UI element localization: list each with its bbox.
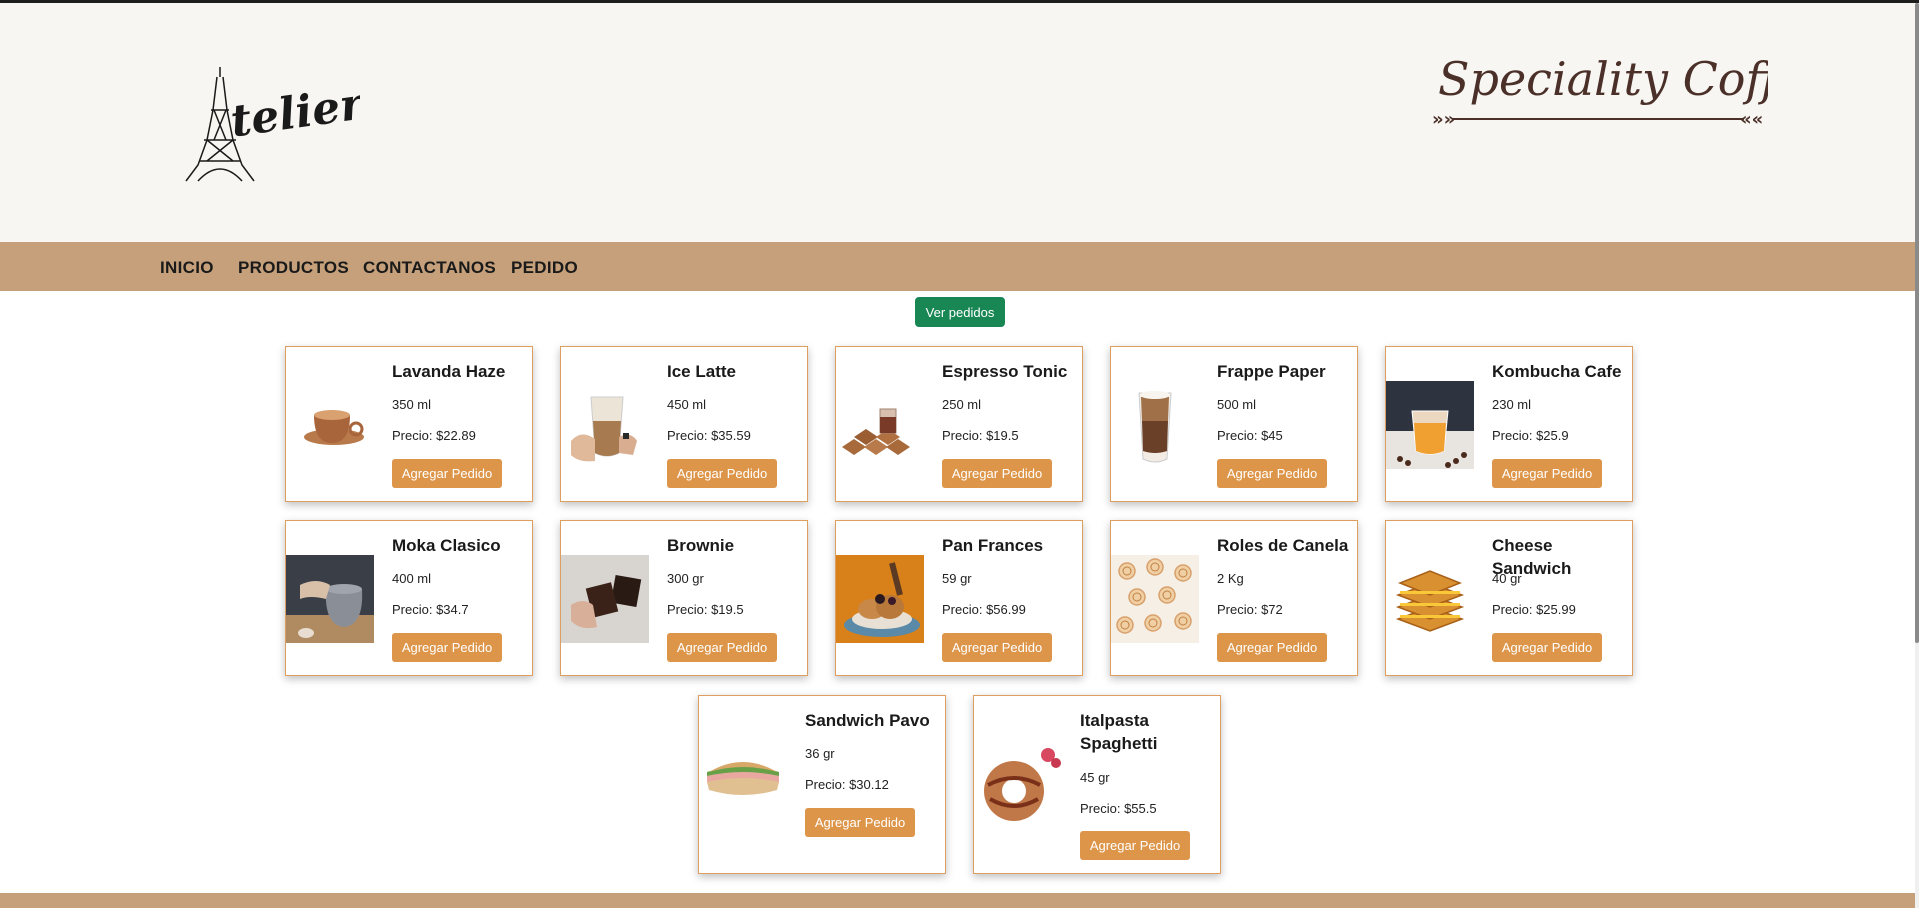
product-price: Precio: $35.59 xyxy=(667,428,751,443)
frappe-paper-image xyxy=(1111,381,1199,469)
product-price: Precio: $19.5 xyxy=(942,428,1019,443)
add-to-order-button[interactable]: Agregar Pedido xyxy=(1080,831,1190,860)
scrollbar-thumb[interactable] xyxy=(1915,3,1919,643)
product-quantity: 230 ml xyxy=(1492,397,1532,412)
ice-latte-image xyxy=(561,381,649,469)
product-card-frappe-paper: Frappe Paper 500 ml Precio: $45 Agregar … xyxy=(1110,346,1358,502)
add-to-order-button[interactable]: Agregar Pedido xyxy=(392,459,502,488)
product-quantity: 400 ml xyxy=(392,571,432,586)
product-price: Precio: $34.7 xyxy=(392,602,469,617)
product-quantity: 250 ml xyxy=(942,397,982,412)
speciality-coffee-logo: Speciality Coffee »» «« xyxy=(1428,43,1833,135)
add-to-order-button[interactable]: Agregar Pedido xyxy=(1217,459,1327,488)
add-to-order-button[interactable]: Agregar Pedido xyxy=(1217,633,1327,662)
pan-frances-image xyxy=(836,555,924,643)
add-to-order-button[interactable]: Agregar Pedido xyxy=(942,459,1052,488)
product-name: Brownie xyxy=(667,536,735,555)
product-card-brownie: Brownie 300 gr Precio: $19.5 Agregar Ped… xyxy=(560,520,808,676)
view-orders-button[interactable]: Ver pedidos xyxy=(915,297,1005,327)
product-card-moka-clasico: Moka Clasico 400 ml Precio: $34.7 Agrega… xyxy=(285,520,533,676)
add-to-order-button[interactable]: Agregar Pedido xyxy=(942,633,1052,662)
product-name: Italpasta Spaghetti xyxy=(1080,711,1158,753)
product-quantity: 59 gr xyxy=(942,571,972,586)
product-price: Precio: $22.89 xyxy=(392,428,476,443)
italpasta-spaghetti-image xyxy=(974,741,1062,829)
add-to-order-button[interactable]: Agregar Pedido xyxy=(667,633,777,662)
svg-text:»»: »» xyxy=(1432,109,1455,130)
product-name: Espresso Tonic xyxy=(942,362,1068,381)
product-card-italpasta-spaghetti: Italpasta Spaghetti 45 gr Precio: $55.5 … xyxy=(973,695,1221,874)
product-name: Roles de Canela xyxy=(1217,536,1349,555)
product-quantity: 36 gr xyxy=(805,746,835,761)
product-price: Precio: $25.9 xyxy=(1492,428,1569,443)
moka-clasico-image xyxy=(286,555,374,643)
espresso-tonic-image xyxy=(836,381,924,469)
nav-inicio[interactable]: INICIO xyxy=(160,258,214,278)
product-name: Pan Frances xyxy=(942,536,1044,555)
roles-de-canela-image xyxy=(1111,555,1199,643)
nav-pedido[interactable]: PEDIDO xyxy=(511,258,578,278)
product-quantity: 500 ml xyxy=(1217,397,1257,412)
sandwich-pavo-image xyxy=(699,730,787,818)
product-price: Precio: $30.12 xyxy=(805,777,889,792)
cheese-sandwich-image xyxy=(1386,555,1474,643)
product-price: Precio: $56.99 xyxy=(942,602,1026,617)
main-navbar: INICIO PRODUCTOS CONTACTANOS PEDIDO xyxy=(0,242,1915,291)
product-name: Sandwich Pavo xyxy=(805,711,930,730)
product-price: Precio: $19.5 xyxy=(667,602,744,617)
product-card-cheese-sandwich: Cheese Sandwich 40 gr Precio: $25.99 Agr… xyxy=(1385,520,1633,676)
brownie-image xyxy=(561,555,649,643)
product-price: Precio: $55.5 xyxy=(1080,801,1157,816)
site-footer xyxy=(0,893,1915,908)
product-card-ice-latte: Ice Latte 450 ml Precio: $35.59 Agregar … xyxy=(560,346,808,502)
nav-productos[interactable]: PRODUCTOS xyxy=(238,258,349,278)
product-quantity: 300 gr xyxy=(667,571,704,586)
add-to-order-button[interactable]: Agregar Pedido xyxy=(805,808,915,837)
svg-text:telier: telier xyxy=(228,78,360,147)
product-card-espresso-tonic: Espresso Tonic 250 ml Precio: $19.5 Agre… xyxy=(835,346,1083,502)
lavanda-haze-image xyxy=(286,381,374,469)
product-quantity: 45 gr xyxy=(1080,770,1110,785)
add-to-order-button[interactable]: Agregar Pedido xyxy=(1492,633,1602,662)
atelier-logo[interactable]: telier xyxy=(180,65,360,183)
product-card-kombucha-cafe: Kombucha Cafe 230 ml Precio: $25.9 Agreg… xyxy=(1385,346,1633,502)
product-quantity: 2 Kg xyxy=(1217,571,1244,586)
add-to-order-button[interactable]: Agregar Pedido xyxy=(392,633,502,662)
product-price: Precio: $72 xyxy=(1217,602,1283,617)
add-to-order-button[interactable]: Agregar Pedido xyxy=(1492,459,1602,488)
kombucha-cafe-image xyxy=(1386,381,1474,469)
product-quantity: 350 ml xyxy=(392,397,432,412)
product-quantity: 40 gr xyxy=(1492,571,1522,586)
product-card-roles-de-canela: Roles de Canela 2 Kg Precio: $72 Agregar… xyxy=(1110,520,1358,676)
product-name: Kombucha Cafe xyxy=(1492,362,1622,381)
product-card-sandwich-pavo: Sandwich Pavo 36 gr Precio: $30.12 Agreg… xyxy=(698,695,946,874)
add-to-order-button[interactable]: Agregar Pedido xyxy=(667,459,777,488)
product-quantity: 450 ml xyxy=(667,397,707,412)
product-name: Frappe Paper xyxy=(1217,362,1326,381)
svg-text:««: «« xyxy=(1740,109,1763,130)
product-price: Precio: $45 xyxy=(1217,428,1283,443)
product-card-pan-frances: Pan Frances 59 gr Precio: $56.99 Agregar… xyxy=(835,520,1083,676)
site-header: telier Speciality Coffee »» «« xyxy=(0,3,1915,242)
product-name: Moka Clasico xyxy=(392,536,501,555)
product-name: Lavanda Haze xyxy=(392,362,506,381)
tagline-text: Speciality Coffee xyxy=(1438,52,1768,106)
product-price: Precio: $25.99 xyxy=(1492,602,1576,617)
product-card-lavanda-haze: Lavanda Haze 350 ml Precio: $22.89 Agreg… xyxy=(285,346,533,502)
nav-contactanos[interactable]: CONTACTANOS xyxy=(363,258,496,278)
product-name: Ice Latte xyxy=(667,362,736,381)
